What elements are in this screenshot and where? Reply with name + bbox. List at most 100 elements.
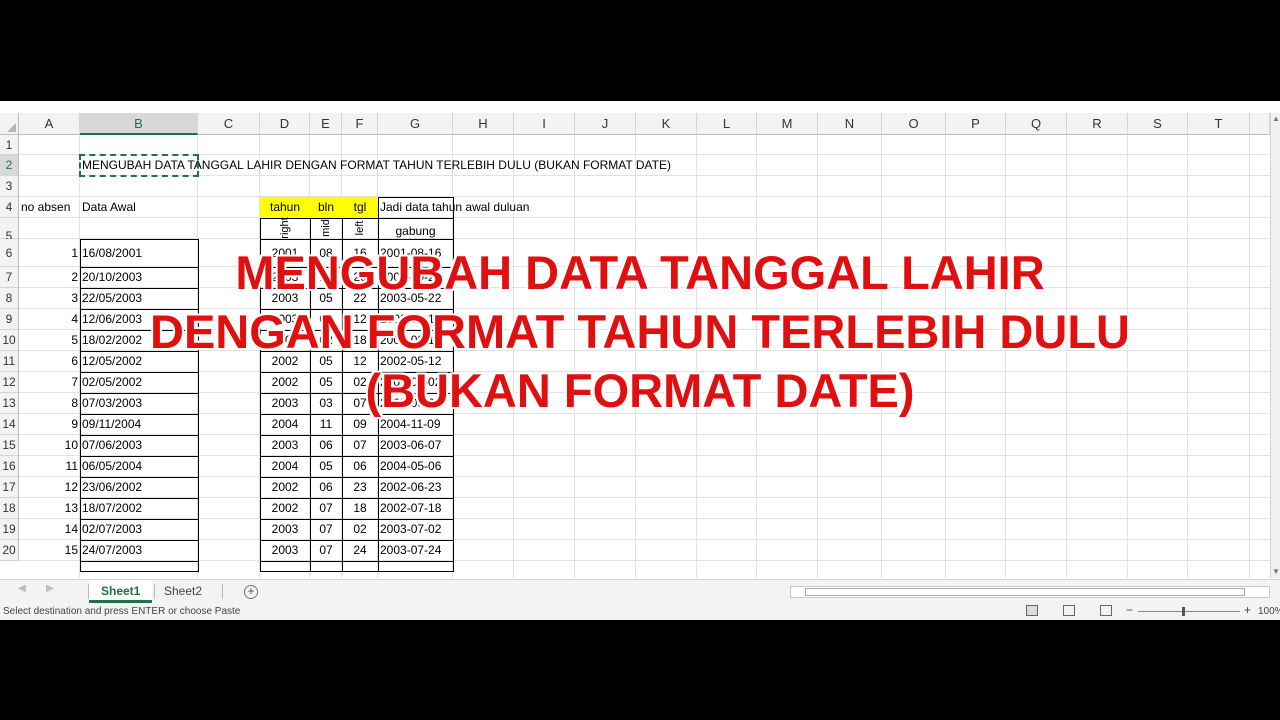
row-header-7[interactable]: 7 — [0, 267, 19, 288]
cell-data-awal[interactable]: 07/06/2003 — [82, 435, 196, 456]
cell-bln[interactable]: 05 — [312, 351, 340, 372]
row-header-5[interactable]: 5 — [0, 218, 19, 243]
column-header-p[interactable]: P — [946, 113, 1006, 135]
cell-no-absen[interactable]: 2 — [21, 267, 78, 288]
cell-data-awal[interactable]: 12/06/2003 — [82, 309, 196, 330]
cell-tahun[interactable]: 2004 — [262, 456, 308, 477]
cell-tahun[interactable]: 2003 — [262, 540, 308, 561]
column-header-g[interactable]: G — [378, 113, 453, 135]
normal-view-icon[interactable] — [1026, 605, 1038, 616]
row-header-9[interactable]: 9 — [0, 309, 19, 330]
cell-tahun[interactable]: 2003 — [262, 393, 308, 414]
page-layout-view-icon[interactable] — [1063, 605, 1075, 616]
cell-bln[interactable]: 05 — [312, 372, 340, 393]
select-all-corner[interactable] — [0, 113, 19, 135]
zoom-slider-thumb[interactable] — [1182, 607, 1185, 616]
column-header-d[interactable]: D — [260, 113, 310, 135]
cell-bln[interactable]: 05 — [312, 288, 340, 309]
cell-gabung[interactable]: 2001-08-16 — [380, 239, 451, 267]
cell-tgl[interactable]: 02 — [344, 519, 376, 540]
row-header-2[interactable]: 2 — [0, 155, 19, 176]
column-header-j[interactable]: J — [575, 113, 636, 135]
tab-prev-icon[interactable]: ◀ — [12, 583, 32, 594]
column-header-m[interactable]: M — [757, 113, 818, 135]
cell-bln[interactable]: 05 — [312, 456, 340, 477]
cell-data-awal[interactable]: 23/06/2002 — [82, 477, 196, 498]
row-header-1[interactable]: 1 — [0, 135, 19, 155]
scroll-down-icon[interactable]: ▼ — [1271, 566, 1280, 578]
cell-gabung[interactable]: 2002-07-18 — [380, 498, 451, 519]
cell-gabung[interactable]: 2003-03-07 — [380, 393, 451, 414]
column-header-a[interactable]: A — [19, 113, 80, 135]
cell-no-absen[interactable]: 5 — [21, 330, 78, 351]
row-header-15[interactable]: 15 — [0, 435, 19, 456]
cell-no-absen[interactable]: 12 — [21, 477, 78, 498]
cell-gabung[interactable]: 2003-06-12 — [380, 309, 451, 330]
row-header-16[interactable]: 16 — [0, 456, 19, 477]
column-header-h[interactable]: H — [453, 113, 514, 135]
cell-tahun[interactable]: 2003 — [262, 519, 308, 540]
cell-bln[interactable]: 06 — [312, 309, 340, 330]
cell-no-absen[interactable]: 1 — [21, 239, 78, 267]
row-header-4[interactable]: 4 — [0, 197, 19, 218]
row-header-19[interactable]: 19 — [0, 519, 19, 540]
cell-tahun[interactable]: 2003 — [262, 288, 308, 309]
tab-sheet2[interactable]: Sheet2 — [152, 580, 214, 603]
cell-no-absen[interactable]: 4 — [21, 309, 78, 330]
cell-bln[interactable]: 07 — [312, 540, 340, 561]
cell-tgl[interactable]: 23 — [344, 477, 376, 498]
column-header-c[interactable]: C — [198, 113, 260, 135]
row-header-13[interactable]: 13 — [0, 393, 19, 414]
tab-next-icon[interactable]: ▶ — [40, 583, 60, 594]
cell-tahun[interactable]: 2003 — [262, 435, 308, 456]
column-header-o[interactable]: O — [882, 113, 946, 135]
zoom-out-icon[interactable]: − — [1126, 603, 1133, 617]
row-header-10[interactable]: 10 — [0, 330, 19, 351]
cell-bln[interactable]: 02 — [312, 330, 340, 351]
cell-tgl[interactable]: 12 — [344, 351, 376, 372]
cell-tahun[interactable]: 2002 — [262, 498, 308, 519]
cell-bln[interactable]: 06 — [312, 435, 340, 456]
cell-gabung[interactable]: 2002-06-23 — [380, 477, 451, 498]
cell-gabung[interactable]: 2003-10-20 — [380, 267, 451, 288]
cell-tgl[interactable]: 18 — [344, 498, 376, 519]
cell-bln[interactable]: 10 — [312, 267, 340, 288]
cell-tgl[interactable]: 20 — [344, 267, 376, 288]
page-break-view-icon[interactable] — [1100, 605, 1112, 616]
vertical-scrollbar[interactable]: ▲ ▼ — [1270, 113, 1280, 578]
cell-data-awal[interactable]: 16/08/2001 — [82, 239, 196, 267]
cell-tahun[interactable]: 2003 — [262, 309, 308, 330]
cell-data-awal[interactable]: 02/05/2002 — [82, 372, 196, 393]
cell-bln[interactable]: 03 — [312, 393, 340, 414]
cell-data-awal[interactable]: 18/02/2002 — [82, 330, 196, 351]
scroll-up-icon[interactable]: ▲ — [1271, 113, 1280, 125]
column-header-k[interactable]: K — [636, 113, 697, 135]
cell-data-awal[interactable]: 24/07/2003 — [82, 540, 196, 561]
cell-data-awal[interactable]: 18/07/2002 — [82, 498, 196, 519]
cell-data-awal[interactable]: 12/05/2002 — [82, 351, 196, 372]
column-header-r[interactable]: R — [1067, 113, 1128, 135]
cell-bln[interactable]: 07 — [312, 498, 340, 519]
cell-gabung[interactable]: 2003-06-07 — [380, 435, 451, 456]
cell-tgl[interactable]: 07 — [344, 435, 376, 456]
cell-tgl[interactable]: 12 — [344, 309, 376, 330]
row-header-17[interactable]: 17 — [0, 477, 19, 498]
cell-tahun[interactable]: 2004 — [262, 414, 308, 435]
cell-bln[interactable]: 07 — [312, 519, 340, 540]
cell-data-awal[interactable]: 02/07/2003 — [82, 519, 196, 540]
column-header-s[interactable]: S — [1128, 113, 1188, 135]
worksheet-grid[interactable]: ABCDEFGHIJKLMNOPQRST 1 2 3 4 5 6 7 8 9 10 11 12 13 14… — [0, 113, 1270, 578]
cell-tgl[interactable]: 07 — [344, 393, 376, 414]
column-header-q[interactable]: Q — [1006, 113, 1067, 135]
zoom-slider[interactable] — [1138, 611, 1240, 612]
cell-no-absen[interactable]: 7 — [21, 372, 78, 393]
add-sheet-icon[interactable]: + — [244, 585, 258, 599]
header-no-absen[interactable]: no absen — [21, 197, 78, 218]
cell-no-absen[interactable]: 6 — [21, 351, 78, 372]
column-header-e[interactable]: E — [310, 113, 342, 135]
cell-data-awal[interactable]: 07/03/2003 — [82, 393, 196, 414]
cell-bln[interactable]: 06 — [312, 477, 340, 498]
cell-tgl[interactable]: 18 — [344, 330, 376, 351]
column-header-b[interactable]: B — [80, 113, 198, 135]
cell-no-absen[interactable]: 13 — [21, 498, 78, 519]
